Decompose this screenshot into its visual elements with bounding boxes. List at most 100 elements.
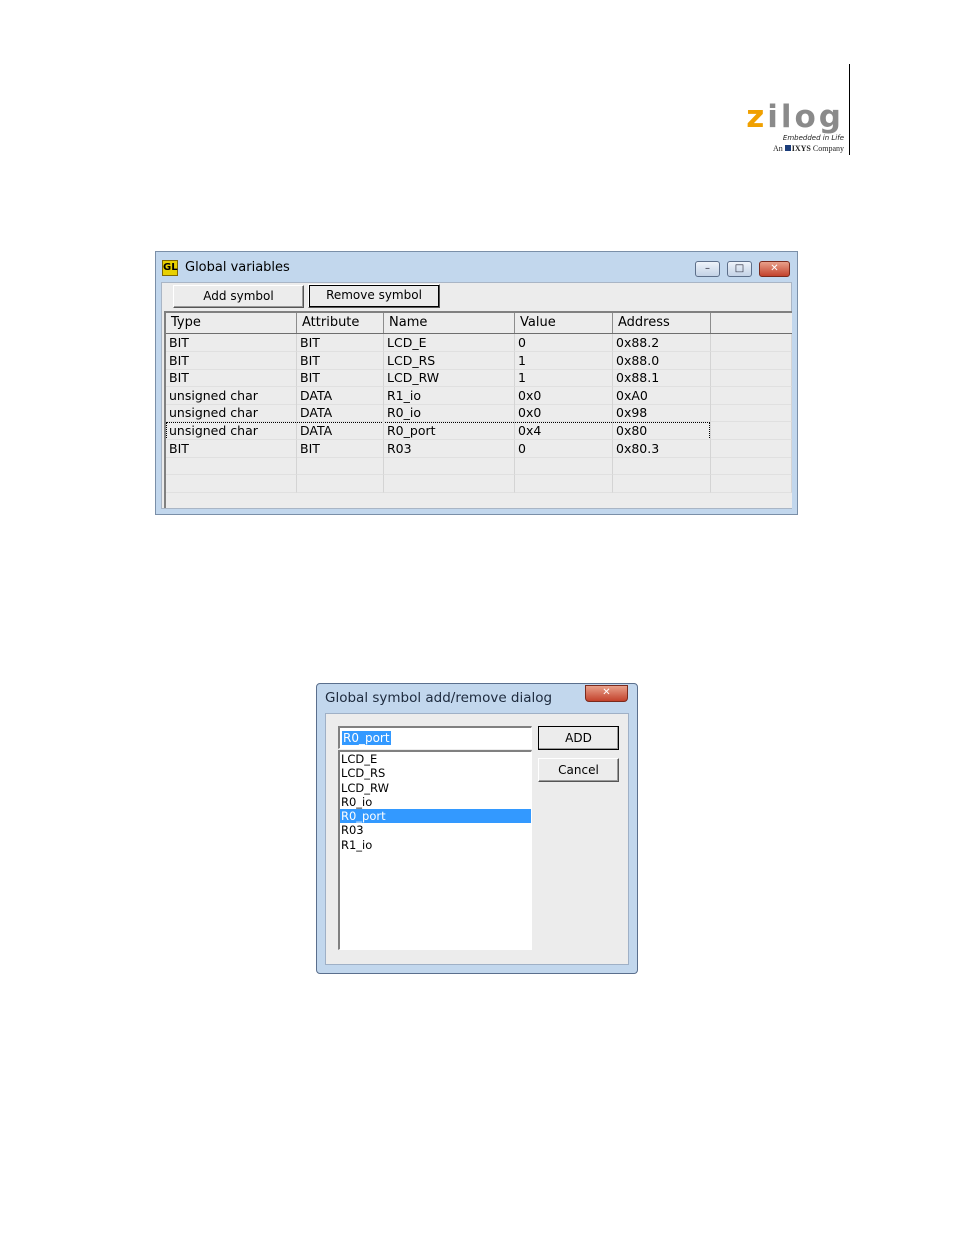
table-cell: 1 [515, 369, 613, 388]
table-cell: 1 [515, 351, 613, 370]
table-cell [515, 457, 613, 476]
table-cell: BIT [166, 351, 297, 370]
remove-symbol-button[interactable]: Remove symbol [308, 284, 440, 308]
table-cell: R1_io [384, 386, 515, 405]
table-cell: 0x80 [613, 422, 711, 440]
zilog-logo: zilog Embedded in Life An IXYS Company [746, 64, 852, 160]
table-row[interactable]: unsigned char DATA R1_io 0x0 0xA0 [166, 386, 792, 405]
table-header: Type Attribute Name Value Address [166, 313, 792, 334]
list-item[interactable]: LCD_E [340, 752, 531, 766]
table-cell: LCD_RW [384, 369, 515, 388]
list-item[interactable]: R1_io [340, 838, 531, 852]
table-cell: DATA [297, 422, 384, 440]
table-row[interactable]: unsigned char DATA R0_io 0x0 0x98 [166, 404, 792, 423]
table-cell: BIT [166, 334, 297, 352]
logo-tagline: Embedded in Life [782, 134, 844, 142]
table-row[interactable] [166, 474, 792, 493]
table-cell: BIT [166, 439, 297, 458]
table-cell: R0_io [384, 404, 515, 423]
table-cell: unsigned char [166, 422, 297, 440]
table-row[interactable] [166, 457, 792, 476]
list-item[interactable]: LCD_RS [340, 766, 531, 780]
ixys-square-icon [784, 145, 791, 151]
table-cell: BIT [297, 334, 384, 352]
table-cell-filler [711, 422, 792, 440]
column-header-name[interactable]: Name [384, 313, 515, 333]
add-symbol-button[interactable]: Add symbol [173, 285, 304, 308]
table-cell: 0x88.2 [613, 334, 711, 352]
maximize-icon[interactable]: □ [727, 261, 752, 277]
table-cell [297, 474, 384, 493]
dialog-title: Global symbol add/remove dialog [325, 690, 553, 706]
table-row[interactable]: BIT BIT LCD_RS 1 0x88.0 [166, 351, 792, 370]
table-cell: DATA [297, 386, 384, 405]
table-cell [384, 474, 515, 493]
table-cell [515, 474, 613, 493]
header-rule [849, 64, 850, 155]
table-row[interactable]: BIT BIT LCD_E 0 0x88.2 [166, 334, 792, 352]
table-cell: LCD_E [384, 334, 515, 352]
list-item[interactable]: R03 [340, 823, 531, 837]
table-cell-filler [711, 334, 792, 352]
table-cell: BIT [297, 351, 384, 370]
table-cell-filler [711, 457, 792, 476]
table-cell: unsigned char [166, 386, 297, 405]
table-cell: 0x0 [515, 404, 613, 423]
table-row[interactable]: BIT BIT LCD_RW 1 0x88.1 [166, 369, 792, 388]
app-icon: GL [162, 260, 178, 276]
column-header-address[interactable]: Address [613, 313, 711, 333]
window-titlebar[interactable]: GL Global variables – □ ✕ [156, 252, 797, 283]
table-cell: unsigned char [166, 404, 297, 423]
add-button[interactable]: ADD [538, 726, 619, 750]
close-icon[interactable]: ✕ [759, 261, 790, 277]
table-cell: BIT [166, 369, 297, 388]
table-row[interactable]: unsigned char DATA R0_port 0x4 0x80 [166, 422, 792, 440]
column-header-filler [711, 313, 792, 333]
logo-company-line: An IXYS Company [772, 144, 844, 153]
window-client-area: Add symbol Remove symbol Type Attribute Na… [161, 282, 792, 509]
column-header-type[interactable]: Type [166, 313, 297, 333]
table-cell: BIT [297, 439, 384, 458]
table-cell [297, 457, 384, 476]
table-cell-filler [711, 404, 792, 423]
table-cell: 0xA0 [613, 386, 711, 405]
window-title: Global variables [185, 260, 290, 275]
table-cell [613, 457, 711, 476]
table-cell-filler [711, 386, 792, 405]
column-header-value[interactable]: Value [515, 313, 613, 333]
list-item[interactable]: LCD_RW [340, 781, 531, 795]
list-item[interactable]: R0_io [340, 795, 531, 809]
cancel-button[interactable]: Cancel [538, 758, 619, 782]
table-cell: BIT [297, 369, 384, 388]
table-cell [613, 474, 711, 493]
table-cell [384, 457, 515, 476]
global-variables-window: GL Global variables – □ ✕ Add symbol Rem… [155, 251, 798, 515]
table-cell-filler [711, 474, 792, 493]
close-icon[interactable]: ✕ [585, 685, 628, 702]
minimize-icon[interactable]: – [695, 261, 720, 277]
table-cell-filler [711, 369, 792, 388]
table-cell: 0x88.1 [613, 369, 711, 388]
table-row[interactable]: BIT BIT R03 0 0x80.3 [166, 439, 792, 458]
dialog-client-area: R0_port ADD Cancel LCD_E LCD_RS LCD_RW R0_i… [325, 713, 629, 965]
table-cell: R03 [384, 439, 515, 458]
symbol-input[interactable]: R0_port [338, 726, 532, 749]
table-cell-filler [711, 351, 792, 370]
table-cell: R0_port [384, 422, 515, 440]
table-cell [166, 457, 297, 476]
list-item[interactable]: R0_port [340, 809, 531, 824]
logo-wordmark: zilog [746, 99, 844, 135]
table-cell: 0x4 [515, 422, 613, 440]
table-cell-filler [711, 439, 792, 458]
table-cell: DATA [297, 404, 384, 423]
table-cell: 0x0 [515, 386, 613, 405]
table-cell: 0x80.3 [613, 439, 711, 458]
symbol-list[interactable]: LCD_E LCD_RS LCD_RW R0_io R0_port R03 R1_io [338, 750, 532, 950]
global-variables-table[interactable]: Type Attribute Name Value Address BIT BIT LCD_… [164, 311, 792, 508]
table-cell: 0 [515, 334, 613, 352]
table-cell: 0x88.0 [613, 351, 711, 370]
table-cell [166, 474, 297, 493]
global-symbol-dialog: Global symbol add/remove dialog ✕ R0_por… [316, 683, 638, 974]
column-header-attribute[interactable]: Attribute [297, 313, 384, 333]
table-cell: 0 [515, 439, 613, 458]
